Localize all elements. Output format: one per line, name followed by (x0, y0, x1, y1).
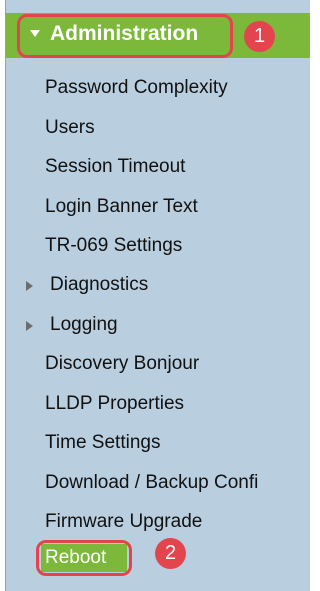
menu-item-password-complexity[interactable]: Password Complexity (45, 77, 228, 99)
menu-item-users[interactable]: Users (45, 117, 95, 139)
callout-badge-1: 1 (244, 21, 275, 52)
menu-item-discovery-bonjour[interactable]: Discovery Bonjour (45, 353, 199, 375)
highlight-outline-reboot (36, 540, 132, 576)
menu-item-diagnostics[interactable]: Diagnostics (50, 274, 148, 296)
menu-item-login-banner-text[interactable]: Login Banner Text (45, 196, 198, 218)
menu-item-lldp-properties[interactable]: LLDP Properties (45, 393, 184, 415)
caret-right-icon[interactable] (26, 281, 33, 291)
menu-item-download-backup-config[interactable]: Download / Backup Confi (45, 472, 258, 494)
menu-item-time-settings[interactable]: Time Settings (45, 432, 160, 454)
callout-badge-2: 2 (155, 538, 186, 569)
menu-item-session-timeout[interactable]: Session Timeout (45, 156, 185, 178)
admin-nav-menu: Administration 1 Password Complexity Use… (5, 0, 310, 591)
menu-item-tr069-settings[interactable]: TR-069 Settings (45, 235, 182, 257)
highlight-outline-administration (17, 14, 233, 58)
menu-item-firmware-upgrade[interactable]: Firmware Upgrade (45, 511, 202, 533)
caret-right-icon[interactable] (26, 321, 33, 331)
menu-item-logging[interactable]: Logging (50, 314, 118, 336)
